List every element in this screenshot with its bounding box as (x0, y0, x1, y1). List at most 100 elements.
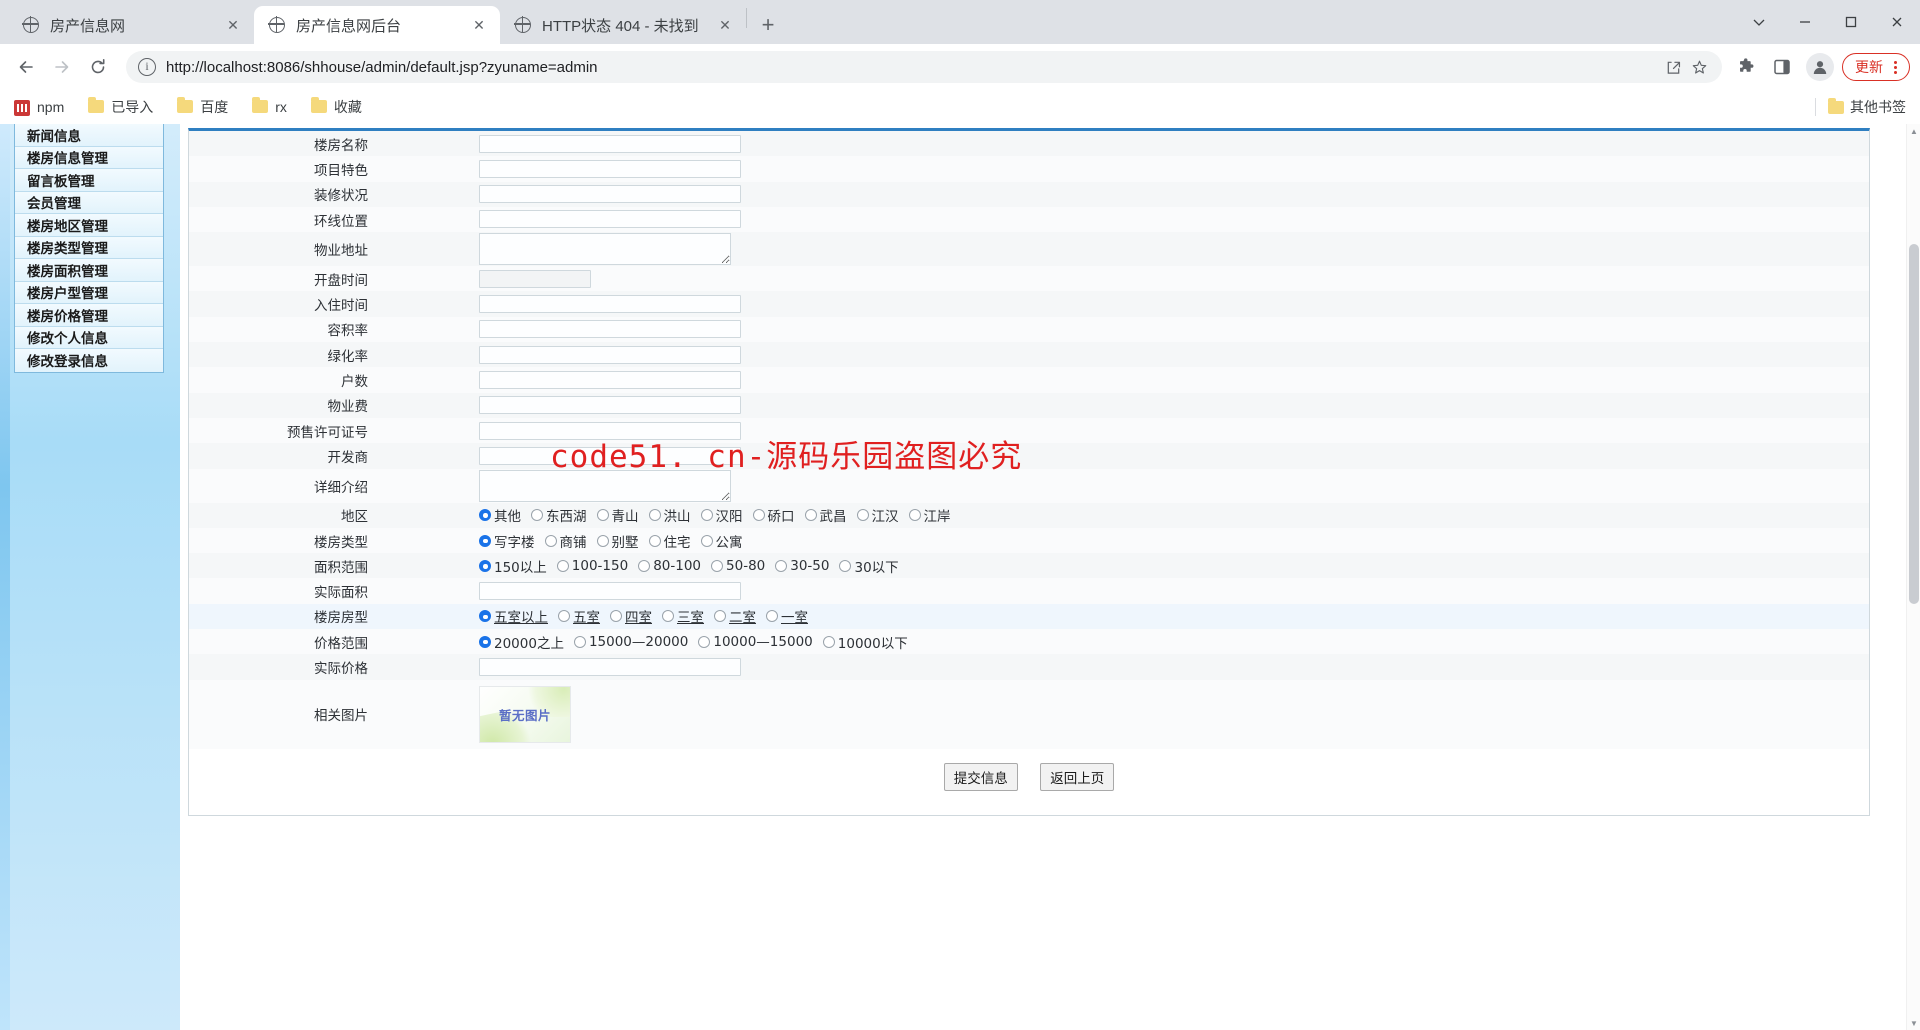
bookmark-star-icon[interactable] (1686, 54, 1712, 80)
bookmark-rx[interactable]: rx (248, 94, 291, 120)
radio-option[interactable]: 20000之上 (479, 632, 564, 652)
radio-option[interactable]: 四室 (610, 606, 652, 626)
radio-button-icon[interactable] (596, 509, 609, 522)
radio-button-icon[interactable] (479, 534, 491, 547)
input-5[interactable] (479, 269, 591, 288)
radio-option[interactable]: 商铺 (544, 531, 587, 551)
info-icon[interactable]: i (138, 58, 156, 76)
maximize-icon[interactable] (1828, 0, 1874, 44)
input-12[interactable] (479, 446, 741, 465)
radio-option[interactable]: 五室以上 (479, 606, 548, 626)
bookmark-npm[interactable]: npm (10, 94, 68, 120)
sidebar-item-7[interactable]: 楼房户型管理 (15, 281, 163, 304)
radio-button-icon[interactable] (479, 559, 491, 572)
menu-kebab-icon[interactable] (1887, 57, 1903, 77)
radio-button-icon[interactable] (752, 509, 765, 522)
radio-option[interactable]: 写字楼 (479, 531, 535, 551)
radio-button-icon[interactable] (804, 509, 817, 522)
radio-option[interactable]: 住宅 (648, 531, 691, 551)
sidebar-item-5[interactable]: 楼房类型管理 (15, 236, 163, 259)
radio-button-icon[interactable] (648, 534, 661, 547)
radio-button-icon[interactable] (775, 559, 788, 572)
radio-option[interactable]: 公寓 (700, 531, 743, 551)
input-11[interactable] (479, 421, 741, 440)
radio-button-icon[interactable] (822, 635, 835, 648)
bookmark-imported[interactable]: 已导入 (84, 94, 157, 120)
input-6[interactable] (479, 295, 741, 314)
radio-option[interactable]: 150以上 (479, 556, 547, 576)
input-2[interactable] (479, 185, 741, 204)
radio-button-icon[interactable] (556, 559, 569, 572)
sidebar-item-4[interactable]: 楼房地区管理 (15, 214, 163, 237)
forward-icon[interactable] (46, 51, 78, 83)
radio-option[interactable]: 三室 (662, 606, 704, 626)
side-panel-icon[interactable] (1766, 51, 1798, 83)
update-button[interactable]: 更新 (1842, 53, 1910, 81)
submit-button[interactable]: 提交信息 (943, 762, 1018, 791)
radio-option[interactable]: 东西湖 (531, 505, 587, 525)
share-icon[interactable] (1660, 54, 1686, 80)
radio-button-icon[interactable] (839, 559, 852, 572)
radio-button-icon[interactable] (596, 534, 609, 547)
radio-button-icon[interactable] (714, 610, 726, 623)
textarea-13[interactable] (479, 469, 731, 502)
input-8[interactable] (479, 345, 741, 364)
radio-option[interactable]: 100-150 (556, 558, 628, 574)
radio-option[interactable]: 50-80 (711, 558, 765, 574)
close-icon[interactable]: ✕ (222, 14, 244, 36)
scroll-down-arrow[interactable]: ▼ (1907, 1016, 1920, 1030)
radio-button-icon[interactable] (662, 610, 674, 623)
radio-button-icon[interactable] (908, 509, 921, 522)
radio-button-icon[interactable] (766, 610, 778, 623)
input-1[interactable] (479, 159, 741, 178)
radio-option[interactable]: 其他 (479, 505, 521, 525)
radio-button-icon[interactable] (479, 635, 491, 648)
radio-option[interactable]: 武昌 (804, 505, 847, 525)
radio-button-icon[interactable] (544, 534, 557, 547)
page-scrollbar[interactable]: ▲ ▼ (1906, 124, 1920, 1030)
bookmark-baidu[interactable]: 百度 (173, 94, 232, 120)
minimize-icon[interactable] (1782, 0, 1828, 44)
radio-option[interactable]: 80-100 (638, 558, 701, 574)
bookmark-favorites[interactable]: 收藏 (307, 94, 366, 120)
reload-icon[interactable] (82, 51, 114, 83)
radio-option[interactable]: 一室 (766, 606, 808, 626)
input-10[interactable] (479, 396, 741, 415)
other-bookmarks[interactable]: 其他书签 (1815, 97, 1906, 117)
scroll-up-arrow[interactable]: ▲ (1907, 124, 1920, 138)
input-20[interactable] (479, 657, 741, 676)
address-bar[interactable]: i http://localhost:8086/shhouse/admin/de… (126, 51, 1722, 83)
sidebar-item-8[interactable]: 楼房价格管理 (15, 304, 163, 327)
radio-button-icon[interactable] (479, 509, 491, 522)
chevron-down-icon[interactable] (1736, 0, 1782, 44)
sidebar-item-0[interactable]: 新闻信息 (15, 124, 163, 147)
input-0[interactable] (479, 134, 741, 153)
sidebar-item-3[interactable]: 会员管理 (15, 191, 163, 214)
radio-button-icon[interactable] (700, 509, 713, 522)
new-tab-button[interactable]: + (753, 10, 783, 40)
radio-button-icon[interactable] (700, 534, 713, 547)
input-9[interactable] (479, 370, 741, 389)
close-window-icon[interactable] (1874, 0, 1920, 44)
textarea-4[interactable] (479, 233, 731, 266)
input-7[interactable] (479, 320, 741, 339)
radio-option[interactable]: 15000—20000 (573, 634, 688, 650)
radio-button-icon[interactable] (573, 635, 586, 648)
browser-tab-2[interactable]: 房产信息网后台 ✕ (254, 6, 500, 44)
radio-option[interactable]: 江汉 (856, 505, 899, 525)
radio-button-icon[interactable] (638, 559, 651, 572)
sidebar-item-1[interactable]: 楼房信息管理 (15, 146, 163, 169)
close-icon[interactable]: ✕ (714, 14, 736, 36)
radio-option[interactable]: 五室 (558, 606, 600, 626)
radio-button-icon[interactable] (648, 509, 661, 522)
sidebar-item-2[interactable]: 留言板管理 (15, 169, 163, 192)
radio-option[interactable]: 30以下 (839, 556, 899, 576)
radio-option[interactable]: 10000以下 (822, 632, 908, 652)
extensions-puzzle-icon[interactable] (1730, 51, 1762, 83)
radio-option[interactable]: 二室 (714, 606, 756, 626)
sidebar-item-6[interactable]: 楼房面积管理 (15, 259, 163, 282)
input-17[interactable] (479, 581, 741, 600)
radio-button-icon[interactable] (531, 509, 543, 522)
radio-option[interactable]: 青山 (596, 505, 639, 525)
radio-option[interactable]: 汉阳 (700, 505, 743, 525)
